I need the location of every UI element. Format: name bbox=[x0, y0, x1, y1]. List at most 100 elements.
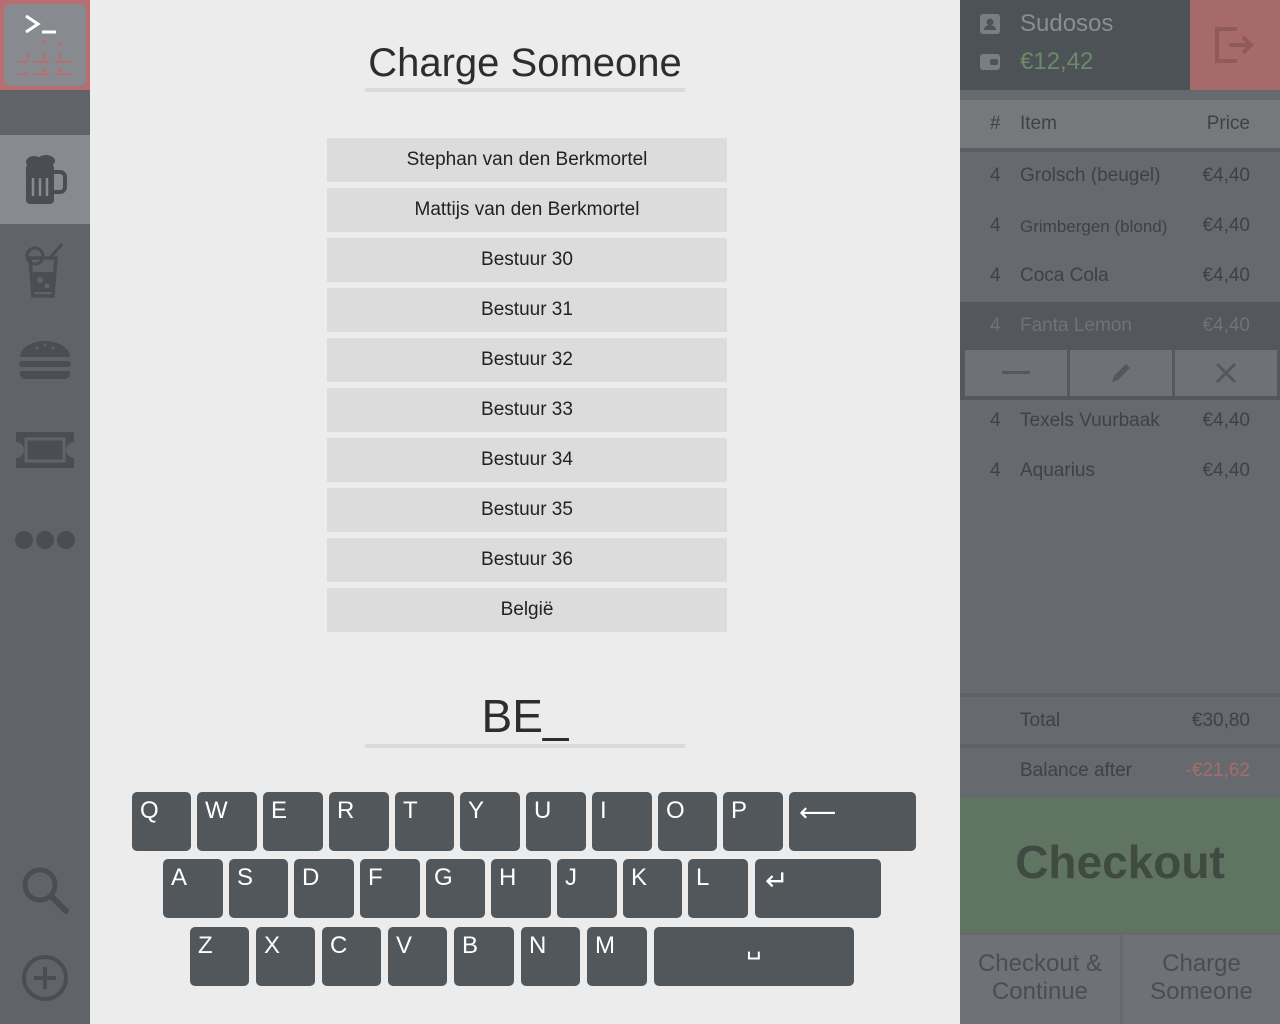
key-enter[interactable]: ↵ bbox=[755, 859, 881, 918]
key-u[interactable]: U bbox=[526, 792, 586, 851]
sidebar-item-beer[interactable] bbox=[0, 135, 90, 225]
minus-icon bbox=[1002, 371, 1030, 374]
key-a[interactable]: A bbox=[163, 859, 223, 918]
search-input[interactable]: BE_ bbox=[365, 688, 685, 748]
checkout-button[interactable]: Checkout bbox=[960, 798, 1280, 932]
sidebar-item-tickets[interactable] bbox=[0, 405, 90, 495]
sidebar-item-food[interactable] bbox=[0, 315, 90, 405]
key-f[interactable]: F bbox=[360, 859, 420, 918]
key-c[interactable]: C bbox=[322, 927, 381, 986]
pencil-icon bbox=[1112, 364, 1130, 382]
row-price: €4,40 bbox=[1202, 265, 1250, 286]
row-qty: 4 bbox=[990, 410, 1001, 431]
key-i[interactable]: I bbox=[592, 792, 652, 851]
account-header: Sudosos €12,42 bbox=[960, 0, 1190, 90]
person-item[interactable]: Mattijs van den Berkmortel bbox=[327, 188, 727, 232]
order-row-selected[interactable]: 4 Fanta Lemon €4,40 bbox=[960, 302, 1280, 350]
row-qty: 4 bbox=[990, 165, 1001, 186]
key-k[interactable]: K bbox=[623, 859, 682, 918]
sidebar-search-button[interactable] bbox=[0, 845, 90, 935]
row-qty: 4 bbox=[990, 265, 1001, 286]
person-item[interactable]: Bestuur 30 bbox=[327, 238, 727, 282]
totals-divider bbox=[960, 693, 1280, 697]
balance-after-label: Balance after bbox=[1020, 760, 1132, 781]
total-row: Total €30,80 bbox=[960, 698, 1280, 746]
key-y[interactable]: Y bbox=[460, 792, 520, 851]
order-row[interactable]: 4 Grolsch (beugel) €4,40 bbox=[960, 152, 1280, 200]
order-row[interactable]: 4 Coca Cola €4,40 bbox=[960, 252, 1280, 300]
key-m[interactable]: M bbox=[587, 927, 647, 986]
person-item[interactable]: Bestuur 31 bbox=[327, 288, 727, 332]
terminal-button[interactable] bbox=[4, 4, 86, 86]
sidebar-header bbox=[0, 0, 90, 90]
drink-icon bbox=[25, 243, 64, 298]
header-price: Price bbox=[1206, 113, 1250, 134]
key-b[interactable]: B bbox=[454, 927, 514, 986]
total-value: €30,80 bbox=[1191, 710, 1250, 731]
key-s[interactable]: S bbox=[229, 859, 288, 918]
total-label: Total bbox=[1020, 710, 1061, 731]
remove-button[interactable] bbox=[1175, 350, 1277, 396]
person-item[interactable]: Bestuur 34 bbox=[327, 438, 727, 482]
order-row[interactable]: 4 Grimbergen (blond) €4,40 bbox=[960, 202, 1280, 250]
order-table-header: # Item Price bbox=[960, 100, 1280, 148]
key-j[interactable]: J bbox=[557, 859, 617, 918]
row-qty: 4 bbox=[990, 215, 1001, 236]
row-item: Texels Vuurbaak bbox=[1020, 410, 1160, 431]
terminal-icon bbox=[18, 14, 72, 75]
key-backspace[interactable]: ⟵ bbox=[789, 792, 916, 851]
key-v[interactable]: V bbox=[388, 927, 447, 986]
key-e[interactable]: E bbox=[263, 792, 323, 851]
balance-after-value: -€21,62 bbox=[1185, 760, 1250, 781]
row-item: Grimbergen (blond) bbox=[1020, 217, 1168, 236]
add-icon bbox=[22, 955, 68, 1001]
decrease-button[interactable] bbox=[965, 350, 1067, 396]
key-h[interactable]: H bbox=[491, 859, 551, 918]
row-item: Grolsch (beugel) bbox=[1020, 165, 1161, 186]
key-o[interactable]: O bbox=[658, 792, 717, 851]
user-card-icon bbox=[980, 14, 1000, 34]
key-x[interactable]: X bbox=[256, 927, 315, 986]
row-price: €4,40 bbox=[1202, 315, 1250, 336]
modal-title: Charge Someone bbox=[365, 36, 685, 92]
sidebar-item-more[interactable] bbox=[0, 495, 90, 585]
logout-button[interactable] bbox=[1190, 0, 1280, 90]
key-space[interactable]: ␣ bbox=[654, 927, 854, 986]
person-item[interactable]: Bestuur 36 bbox=[327, 538, 727, 582]
key-r[interactable]: R bbox=[329, 792, 389, 851]
person-item[interactable]: Bestuur 33 bbox=[327, 388, 727, 432]
account-name: Sudosos bbox=[1020, 10, 1114, 37]
person-item[interactable]: Stephan van den Berkmortel bbox=[327, 138, 727, 182]
key-l[interactable]: L bbox=[688, 859, 748, 918]
sidebar-item-drinks[interactable] bbox=[0, 225, 90, 315]
key-z[interactable]: Z bbox=[190, 927, 249, 986]
wallet-icon bbox=[980, 54, 1000, 70]
key-t[interactable]: T bbox=[395, 792, 454, 851]
key-n[interactable]: N bbox=[521, 927, 580, 986]
charge-someone-button[interactable]: Charge Someone bbox=[1123, 935, 1280, 1024]
key-q[interactable]: Q bbox=[132, 792, 191, 851]
checkout-continue-button[interactable]: Checkout & Continue bbox=[960, 935, 1120, 1024]
person-item[interactable]: Bestuur 35 bbox=[327, 488, 727, 532]
key-g[interactable]: G bbox=[426, 859, 485, 918]
person-item[interactable]: België bbox=[327, 588, 727, 632]
burger-icon bbox=[19, 341, 71, 379]
ticket-icon bbox=[16, 432, 74, 468]
order-row[interactable]: 4 Texels Vuurbaak €4,40 bbox=[960, 397, 1280, 445]
edit-button[interactable] bbox=[1070, 350, 1172, 396]
row-action-bar bbox=[960, 348, 1280, 400]
key-w[interactable]: W bbox=[197, 792, 257, 851]
person-item[interactable]: Bestuur 32 bbox=[327, 338, 727, 382]
sidebar-add-button[interactable] bbox=[0, 933, 90, 1023]
beer-icon bbox=[26, 155, 67, 204]
account-balance: €12,42 bbox=[1020, 48, 1094, 75]
header-qty: # bbox=[990, 113, 1001, 134]
more-icon bbox=[15, 531, 75, 549]
header-item: Item bbox=[1020, 113, 1057, 134]
key-p[interactable]: P bbox=[723, 792, 783, 851]
order-row[interactable]: 4 Aquarius €4,40 bbox=[960, 447, 1280, 495]
row-price: €4,40 bbox=[1202, 410, 1250, 431]
row-item: Coca Cola bbox=[1020, 265, 1109, 286]
row-item: Fanta Lemon bbox=[1020, 315, 1132, 336]
key-d[interactable]: D bbox=[294, 859, 354, 918]
